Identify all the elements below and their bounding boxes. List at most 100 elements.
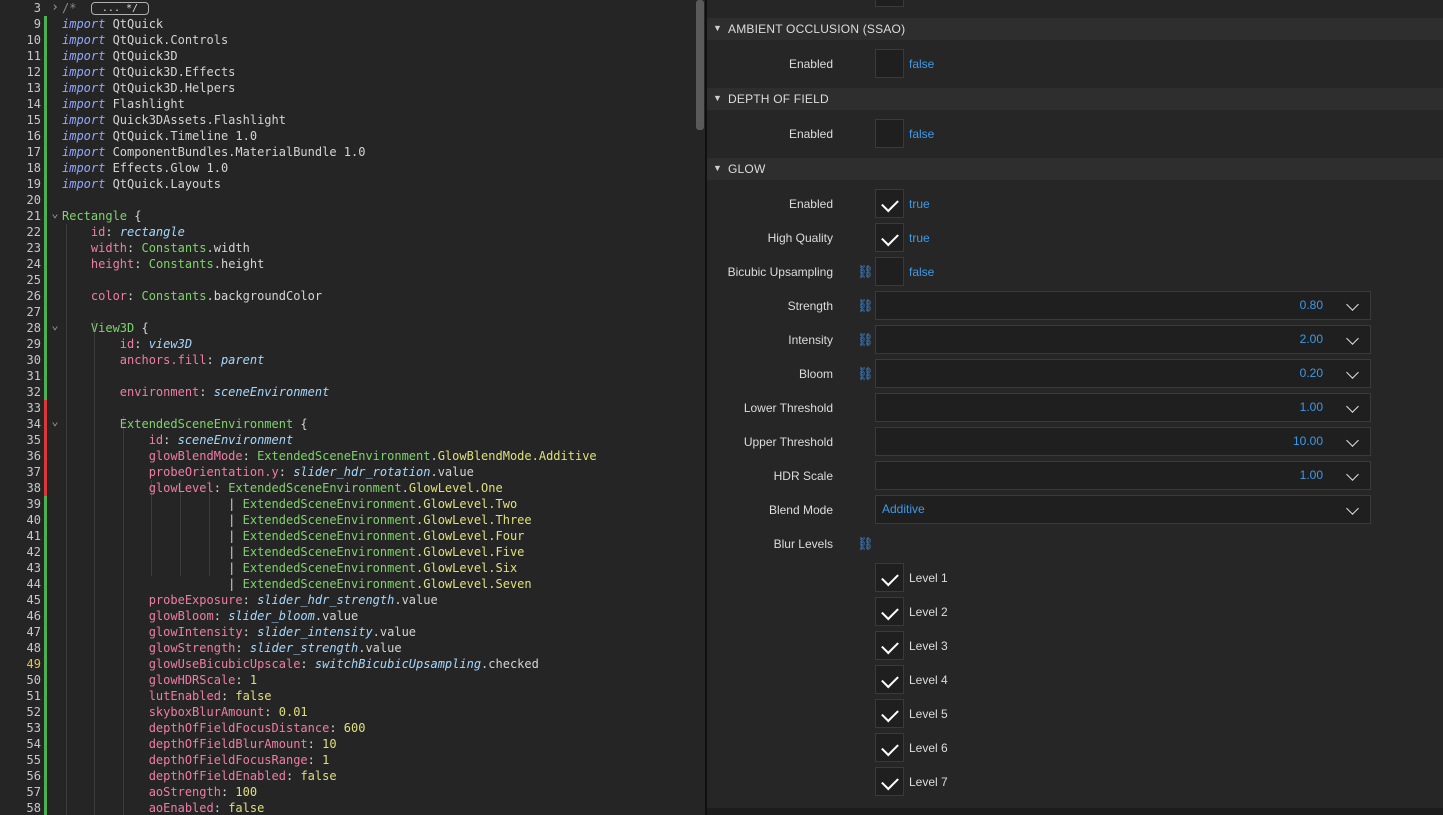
code-token: | [62,545,243,559]
blur-level-2-checkbox[interactable] [875,597,904,626]
lower-threshold-spinbox[interactable]: 1.00 [875,393,1371,422]
collapsed-comment-button[interactable]: ... */ [90,2,150,15]
line-number: 28 [26,321,41,335]
code-token: { [293,417,308,431]
bicubic-upsampling-checkbox[interactable] [875,257,904,286]
hdr-scale-spinbox[interactable]: 1.00 [875,461,1371,490]
chevron-right-icon[interactable]: › [49,0,61,16]
link-icon[interactable]: ⛓ [857,367,874,381]
upper-threshold-spinbox[interactable]: 10.00 [875,427,1371,456]
section-dof-header[interactable]: ▼ DEPTH OF FIELD [707,88,1443,110]
dof-enabled-value: false [909,127,935,141]
code-editor[interactable]: 3 › 9 10 11 12 13 14 15 16 17 18 19 20 21 ⌄ 22 23 24 25 26 27… [0,0,705,815]
change-marker [44,368,47,384]
code-line: environment: sceneEnvironment [62,384,330,400]
strength-spinbox[interactable]: 0.80 [875,291,1371,320]
code-token: . [430,449,438,463]
change-marker [44,720,47,736]
link-icon[interactable]: ⛓ [857,333,874,347]
code-token: parent [220,353,265,367]
blur-level-1-label: Level 1 [909,571,948,585]
prev-checkbox[interactable] [875,0,904,7]
chevron-down-icon[interactable]: ⌄ [49,207,61,224]
line-number: 34 [26,417,41,431]
link-icon[interactable]: ⛓ [857,299,874,313]
code-token: import [62,113,106,127]
chevron-down-icon[interactable] [1346,400,1359,413]
ssao-enabled-checkbox[interactable] [875,49,904,78]
section-ssao-header[interactable]: ▼ AMBIENT OCCLUSION (SSAO) [707,18,1443,40]
bloom-value: 0.20 [1299,366,1323,380]
code-area[interactable]: /* ... */import QtQuick import QtQuick.Co… [62,0,695,815]
glow-enabled-checkbox[interactable] [875,189,904,218]
code-token: : [307,753,323,767]
blur-levels-label: Blur Levels [773,537,833,551]
link-icon[interactable]: ⛓ [857,265,874,279]
section-glow-header[interactable]: ▼ GLOW [707,158,1443,180]
code-token: .value [430,465,474,479]
code-token: : [329,721,344,735]
change-marker [44,16,47,32]
bloom-spinbox[interactable]: 0.20 [875,359,1371,388]
chevron-down-icon[interactable] [1346,502,1359,515]
blur-level-5-checkbox[interactable] [875,699,904,728]
blend-mode-combobox[interactable]: Additive [875,495,1371,524]
high-quality-checkbox[interactable] [875,223,904,252]
chevron-down-icon[interactable] [1346,468,1359,481]
line-number: 10 [26,33,41,47]
code-token: import [62,33,106,47]
change-marker [44,448,47,464]
bicubic-upsampling-label: Bicubic Upsampling [727,265,833,279]
blur-level-6-checkbox[interactable] [875,733,904,762]
chevron-down-icon[interactable] [1346,298,1359,311]
blur-level-1-checkbox[interactable] [875,563,904,592]
code-token: QtQuick3D.Effects [105,65,236,79]
chevron-down-icon[interactable] [1346,366,1359,379]
line-number: 54 [26,737,41,751]
line-number: 22 [26,225,41,239]
chevron-down-icon[interactable] [1346,332,1359,345]
code-line: depthOfFieldFocusRange: 1 [62,752,330,768]
code-token: . [401,481,409,495]
code-line: aoEnabled: false [62,800,265,815]
line-number: 45 [26,593,41,607]
section-title: DEPTH OF FIELD [728,92,829,106]
code-token: | [62,561,243,575]
code-token: : [134,337,149,351]
blend-mode-value: Additive [882,502,925,516]
code-line: id: rectangle [62,224,185,240]
link-icon[interactable]: ⛓ [857,537,874,551]
line-number: 30 [26,353,41,367]
change-marker [44,432,47,448]
change-marker [44,80,47,96]
intensity-spinbox[interactable]: 2.00 [875,325,1371,354]
code-token: id [119,337,135,351]
code-token: probeExposure [148,593,243,607]
code-token: | [62,513,243,527]
blur-level-7-checkbox[interactable] [875,767,904,796]
change-marker [44,560,47,576]
chevron-down-icon[interactable] [1346,434,1359,447]
chevron-down-icon[interactable]: ⌄ [49,415,61,432]
code-token: .value [394,593,438,607]
editor-scrollbar[interactable] [696,0,704,130]
code-token: .value [314,609,359,623]
blur-level-4-checkbox[interactable] [875,665,904,694]
strength-value: 0.80 [1299,298,1323,312]
code-token: ExtendedSceneEnvironment [257,449,431,463]
collapse-triangle-icon: ▼ [713,163,722,173]
chevron-down-icon[interactable]: ⌄ [49,319,61,336]
line-number: 33 [26,401,41,415]
change-marker [44,160,47,176]
code-line: | ExtendedSceneEnvironment.GlowLevel.Two [62,496,517,512]
code-line: depthOfFieldEnabled: false [62,768,337,784]
line-number: 20 [26,193,41,207]
blur-level-3-checkbox[interactable] [875,631,904,660]
dof-enabled-checkbox[interactable] [875,119,904,148]
